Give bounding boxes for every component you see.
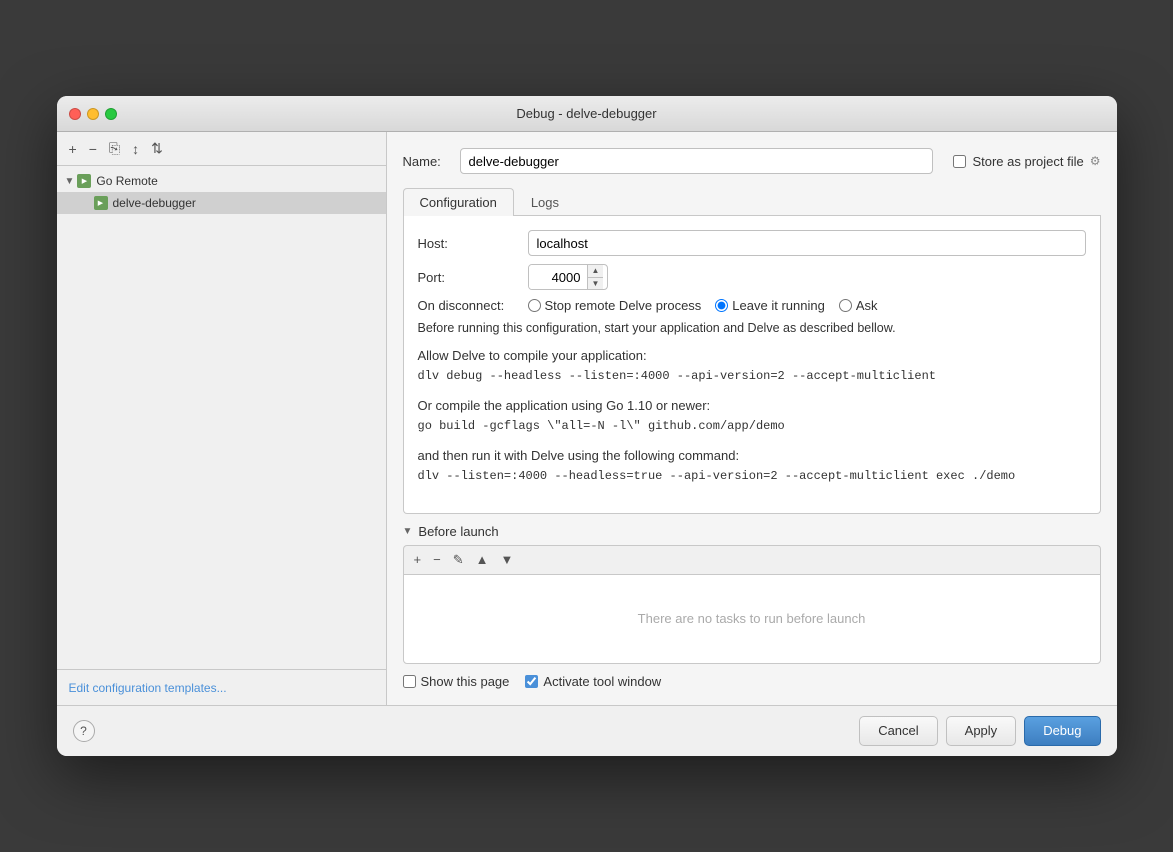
collapse-arrow-icon: ▼ [403,526,413,537]
port-decrement[interactable]: ▼ [588,277,604,290]
store-as-project-option: Store as project file ⚙ [953,154,1100,169]
name-label: Name: [403,154,448,169]
minimize-button[interactable] [87,108,99,120]
host-row: Host: [418,230,1086,256]
sidebar-footer: Edit configuration templates... [57,669,386,705]
host-label: Host: [418,236,528,251]
add-config-button[interactable]: + [65,139,81,159]
remove-config-button[interactable]: − [85,139,101,159]
name-input[interactable] [460,148,934,174]
main-panel: Name: Store as project file ⚙ Configurat… [387,132,1117,704]
radio-ask-input[interactable] [839,299,852,312]
sidebar: + − ⎘ ↕ ⇅ ▼ Go Remote [57,132,387,704]
move-config-button[interactable]: ↕ [128,139,143,159]
disconnect-radio-group: Stop remote Delve process Leave it runni… [528,298,878,313]
before-launch-empty-state: There are no tasks to run before launch [403,574,1101,664]
port-input-wrap: ▲ ▼ [528,264,608,290]
help-button[interactable]: ? [73,720,95,742]
window-content: + − ⎘ ↕ ⇅ ▼ Go Remote [57,132,1117,704]
section3-title: and then run it with Delve using the fol… [418,448,1086,463]
store-as-project-checkbox[interactable] [953,155,966,168]
show-page-label: Show this page [421,674,510,689]
delve-debugger-icon [93,195,109,211]
disconnect-label: On disconnect: [418,298,528,313]
tree-item-delve-debugger[interactable]: delve-debugger [57,192,386,214]
window-title: Debug - delve-debugger [516,106,656,121]
activate-window-option: Activate tool window [525,674,661,689]
tab-content-configuration: Host: Port: ▲ ▼ On disconn [403,216,1101,513]
radio-ask-label: Ask [856,298,878,313]
bl-up-button[interactable]: ▲ [472,550,493,569]
tree-arrow: ▼ [65,176,75,187]
port-label: Port: [418,270,528,285]
maximize-button[interactable] [105,108,117,120]
cancel-button[interactable]: Cancel [859,716,937,746]
radio-stop-remote: Stop remote Delve process [528,298,702,313]
bl-add-button[interactable]: + [410,550,426,569]
before-launch-toolbar: + − ✎ ▲ ▼ [403,545,1101,574]
before-launch-section: ▼ Before launch + − ✎ ▲ ▼ There are no t… [403,524,1101,664]
debug-button[interactable]: Debug [1024,716,1100,746]
sidebar-toolbar: + − ⎘ ↕ ⇅ [57,132,386,166]
bl-remove-button[interactable]: − [429,550,445,569]
activate-window-label: Activate tool window [543,674,661,689]
section2-title: Or compile the application using Go 1.10… [418,398,1086,413]
traffic-lights [69,108,117,120]
radio-leave-running: Leave it running [715,298,825,313]
radio-stop-remote-label: Stop remote Delve process [545,298,702,313]
section1-code: dlv debug --headless --listen=:4000 --ap… [418,367,1086,386]
close-button[interactable] [69,108,81,120]
port-input[interactable] [529,265,587,289]
tab-logs[interactable]: Logs [514,188,576,216]
show-page-checkbox[interactable] [403,675,416,688]
activate-window-checkbox[interactable] [525,675,538,688]
before-launch-empty-text: There are no tasks to run before launch [638,611,866,626]
section2-code: go build -gcflags \"all=-N -l\" github.c… [418,417,1086,436]
port-spinner: ▲ ▼ [587,265,604,289]
before-launch-title: Before launch [418,524,498,539]
port-row: Port: ▲ ▼ [418,264,1086,290]
section3-code: dlv --listen=:4000 --headless=true --api… [418,467,1086,486]
bl-down-button[interactable]: ▼ [496,550,517,569]
edit-templates-link[interactable]: Edit configuration templates... [69,681,227,695]
before-launch-header: ▼ Before launch [403,524,1101,539]
radio-leave-running-label: Leave it running [732,298,825,313]
tab-bar: Configuration Logs [403,188,1101,216]
bl-edit-button[interactable]: ✎ [449,550,468,570]
disconnect-row: On disconnect: Stop remote Delve process… [418,298,1086,313]
name-row: Name: Store as project file ⚙ [403,148,1101,174]
go-remote-icon [76,173,92,189]
bottom-options: Show this page Activate tool window [403,674,1101,689]
radio-ask: Ask [839,298,878,313]
section1-title: Allow Delve to compile your application: [418,348,1086,363]
tree-item-label: delve-debugger [113,196,196,210]
gear-icon: ⚙ [1090,154,1101,168]
sort-config-button[interactable]: ⇅ [147,138,167,159]
config-tree: ▼ Go Remote delve-debugger [57,166,386,668]
apply-button[interactable]: Apply [946,716,1017,746]
radio-stop-remote-input[interactable] [528,299,541,312]
port-increment[interactable]: ▲ [588,265,604,277]
store-as-project-label: Store as project file [972,154,1083,169]
tab-configuration[interactable]: Configuration [403,188,514,216]
dialog-footer: ? Cancel Apply Debug [57,705,1117,756]
info-text: Before running this configuration, start… [418,319,1086,338]
titlebar: Debug - delve-debugger [57,96,1117,132]
tree-group-label: Go Remote [96,174,157,188]
footer-actions: Cancel Apply Debug [859,716,1100,746]
radio-leave-running-input[interactable] [715,299,728,312]
host-input[interactable] [528,230,1086,256]
copy-config-button[interactable]: ⎘ [105,138,124,159]
tree-group-go-remote[interactable]: ▼ Go Remote [57,170,386,192]
show-page-option: Show this page [403,674,510,689]
